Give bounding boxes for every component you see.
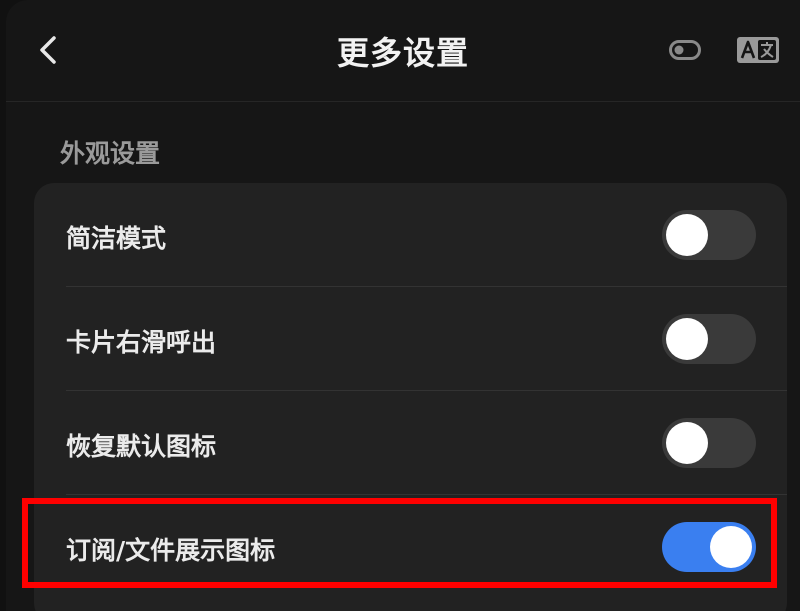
simple-mode-switch[interactable] — [662, 210, 756, 260]
setting-label: 恢复默认图标 — [66, 432, 217, 461]
settings-screen: 更多设置 外观设置 简洁模式 卡片右滑呼出 恢复默认图标 订阅/文件展示图标 — [6, 0, 800, 611]
switch-knob — [666, 214, 708, 256]
settings-card: 简洁模式 卡片右滑呼出 恢复默认图标 订阅/文件展示图标 — [34, 183, 787, 611]
section-title-appearance: 外观设置 — [60, 139, 161, 168]
translate-icon — [737, 37, 779, 63]
toggle-icon-button[interactable] — [668, 36, 702, 64]
setting-row-restore-icon: 恢复默认图标 — [34, 391, 787, 495]
switch-knob — [666, 422, 708, 464]
setting-label: 简洁模式 — [66, 224, 167, 253]
translate-button[interactable] — [736, 34, 780, 66]
setting-row-show-icons: 订阅/文件展示图标 — [34, 495, 787, 599]
switch-knob — [710, 526, 752, 568]
toggle-icon — [669, 40, 701, 60]
restore-icon-switch[interactable] — [662, 418, 756, 468]
header-bar: 更多设置 — [6, 0, 800, 102]
setting-row-simple-mode: 简洁模式 — [34, 183, 787, 287]
card-swipe-switch[interactable] — [662, 314, 756, 364]
setting-label: 订阅/文件展示图标 — [66, 536, 276, 565]
setting-row-card-swipe: 卡片右滑呼出 — [34, 287, 787, 391]
switch-knob — [666, 318, 708, 360]
setting-label: 卡片右滑呼出 — [66, 328, 217, 357]
show-icons-switch[interactable] — [662, 522, 756, 572]
